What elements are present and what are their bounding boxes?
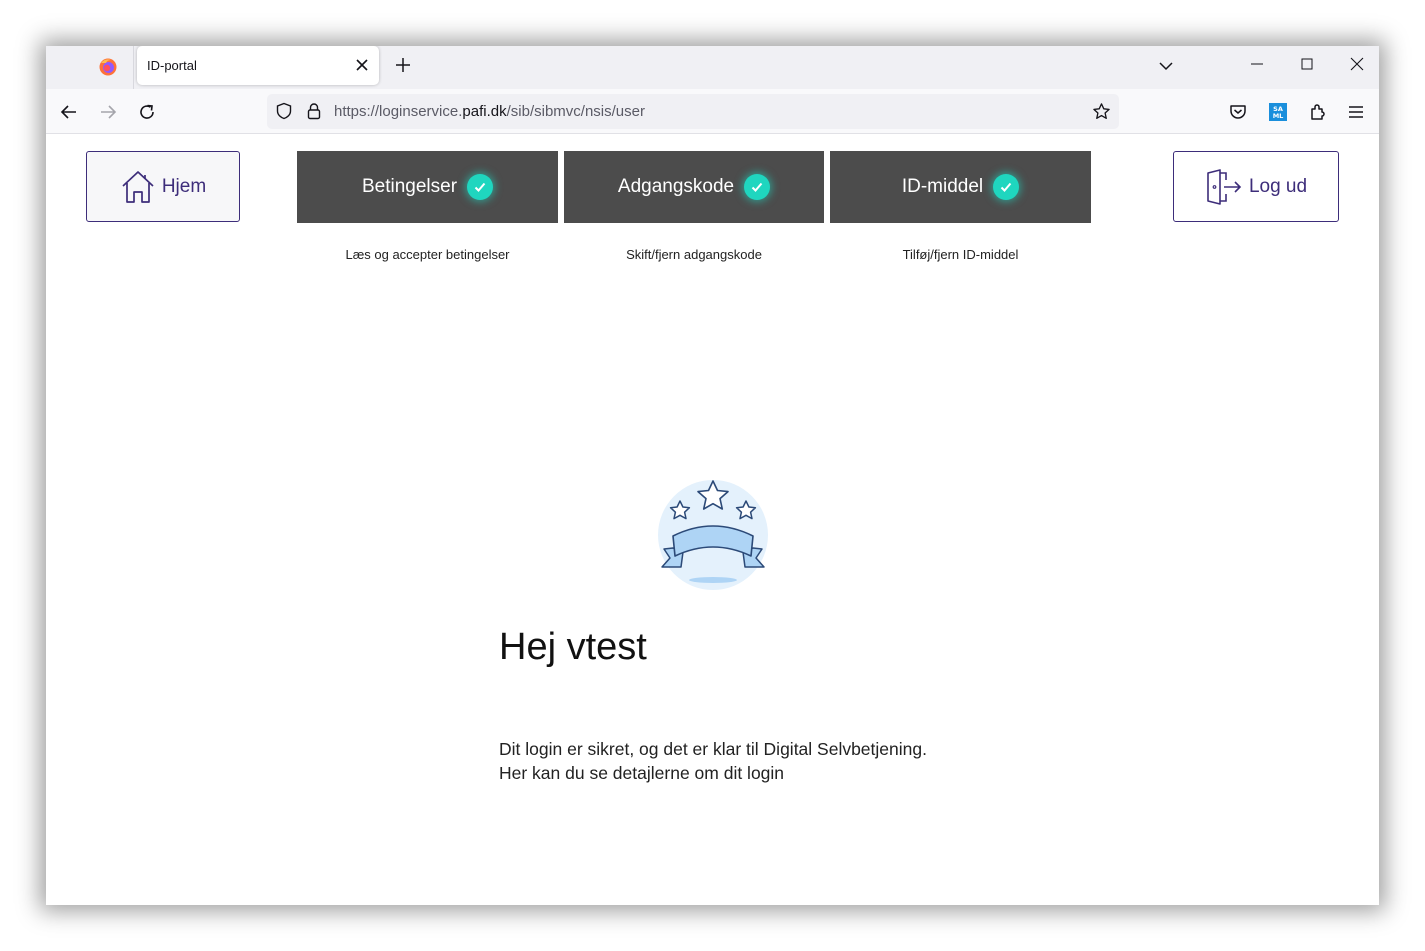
star-icon[interactable] [1092, 102, 1111, 121]
chevron-down-icon[interactable] [1158, 58, 1174, 74]
check-icon [467, 174, 494, 200]
step-description: Tilføj/fjern ID-middel [902, 247, 1019, 262]
page-title: Hej vtest [499, 626, 647, 668]
shield-icon[interactable] [275, 102, 293, 120]
url-bar[interactable]: https://loginservice.pafi.dk/sib/sibmvc/… [267, 94, 1119, 129]
page-content: Hjem Betingelser Adgangskode ID-middel L… [46, 134, 1379, 905]
stars-ribbon-icon [658, 480, 768, 590]
home-label: Hjem [161, 175, 207, 197]
tab-title: ID-portal [147, 58, 197, 73]
step-id-middel[interactable]: ID-middel [830, 151, 1091, 223]
url-domain: pafi.dk [462, 103, 507, 120]
window-close-icon[interactable] [1349, 56, 1365, 72]
arrow-left-icon[interactable] [59, 102, 79, 122]
tab-separator [133, 46, 134, 89]
lock-icon[interactable] [305, 102, 323, 120]
maximize-icon[interactable] [1299, 56, 1315, 72]
hamburger-icon[interactable] [1346, 102, 1366, 122]
plus-icon[interactable] [394, 56, 412, 74]
minimize-icon[interactable] [1249, 56, 1265, 72]
step-adgangskode[interactable]: Adgangskode [564, 151, 824, 223]
browser-window: ID-portal https://loginservice.pafi.dk/s… [46, 46, 1379, 905]
logout-button[interactable]: Log ud [1173, 151, 1339, 222]
svg-text:ML: ML [1273, 112, 1284, 120]
url-text: https://loginservice.pafi.dk/sib/sibmvc/… [334, 103, 645, 120]
home-button[interactable]: Hjem [86, 151, 240, 222]
navigation-bar: https://loginservice.pafi.dk/sib/sibmvc/… [46, 89, 1379, 134]
arrow-right-icon[interactable] [98, 102, 118, 122]
step-label: ID-middel [901, 176, 984, 197]
logout-label: Log ud [1248, 175, 1308, 197]
saml-extension-icon[interactable]: SA ML [1268, 102, 1288, 122]
url-path: /sib/sibmvc/nsis/user [506, 103, 645, 120]
step-betingelser[interactable]: Betingelser [297, 151, 558, 223]
check-icon [993, 174, 1020, 200]
step-description: Læs og accepter betingelser [345, 247, 510, 262]
url-prefix: https://loginservice. [334, 103, 463, 120]
status-message-detail: Her kan du se detajlerne om dit login [499, 763, 785, 783]
status-message: Dit login er sikret, og det er klar til … [499, 739, 927, 759]
close-icon[interactable] [355, 58, 369, 72]
puzzle-icon[interactable] [1308, 102, 1328, 122]
tab-id-portal[interactable]: ID-portal [137, 46, 379, 85]
step-label: Betingelser [361, 176, 458, 197]
tab-strip: ID-portal [46, 46, 1379, 89]
house-icon [122, 170, 154, 203]
logout-icon [1207, 168, 1242, 205]
step-label: Adgangskode [617, 176, 735, 197]
firefox-icon[interactable] [98, 57, 118, 77]
reload-icon[interactable] [137, 102, 157, 122]
pocket-icon[interactable] [1228, 102, 1248, 122]
step-description: Skift/fjern adgangskode [626, 247, 762, 262]
check-icon [744, 174, 771, 200]
